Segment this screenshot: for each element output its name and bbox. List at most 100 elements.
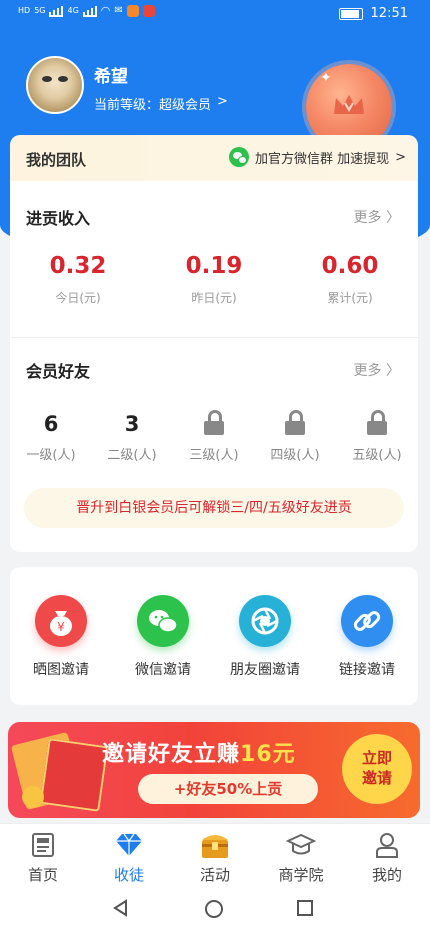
friend-level-5[interactable]: 五级(人): [342, 410, 412, 463]
friend-count: 3: [124, 412, 140, 436]
friend-level-label: 四级(人): [270, 448, 320, 463]
chevron-right-icon: >: [217, 94, 228, 109]
network-4g-label: 4G: [67, 6, 79, 15]
coin-icon: [22, 786, 44, 808]
banner-title: 邀请好友立赚16元: [102, 736, 296, 768]
more-label: 更多: [353, 210, 382, 226]
user-name: 希望: [94, 67, 128, 87]
tab-label: 商学院: [278, 866, 324, 884]
income-title: 进贡收入: [26, 209, 91, 228]
invite-label: 微信邀请: [135, 662, 191, 678]
invite-photo-button[interactable]: ¥ 晒图邀请: [16, 595, 106, 679]
friend-level-1[interactable]: 6 一级(人): [16, 410, 86, 463]
friend-level-4[interactable]: 四级(人): [260, 410, 330, 463]
invite-wechat-button[interactable]: 微信邀请: [118, 595, 208, 679]
invite-moments-button[interactable]: 朋友圈邀请: [220, 595, 310, 679]
graduation-cap-icon: [286, 833, 316, 855]
friend-level-label: 一级(人): [26, 448, 76, 463]
tab-activity[interactable]: 活动: [172, 830, 258, 885]
stat-value: 0.32: [49, 253, 107, 279]
wechat-notify-icon: ✉: [114, 5, 123, 16]
home-icon[interactable]: [204, 899, 224, 923]
income-total: 0.60 累计(元): [282, 253, 418, 306]
lock-icon: [284, 410, 306, 436]
friend-level-label: 五级(人): [352, 448, 402, 463]
stat-label: 累计(元): [327, 291, 373, 305]
app-icon-orange: [126, 4, 139, 17]
banner-title-prefix: 邀请好友立赚: [102, 742, 241, 767]
stat-value: 0.19: [185, 253, 243, 279]
income-yesterday: 0.19 昨日(元): [146, 253, 282, 306]
money-bag-icon: ¥: [35, 595, 87, 647]
tab-mine[interactable]: 我的: [344, 830, 430, 885]
invite-now-line2: 邀请: [361, 769, 392, 787]
wifi-icon: ◠: [100, 4, 111, 17]
invite-now-button[interactable]: 立即 邀请: [342, 734, 412, 804]
friend-level-label: 二级(人): [107, 448, 157, 463]
network-5g-label: 5G: [34, 6, 46, 15]
more-label: 更多: [353, 363, 382, 379]
treasure-chest-icon: [202, 835, 228, 858]
lock-icon: [366, 410, 388, 436]
sparkle-icon: ✦: [320, 70, 332, 86]
join-wechat-group-label: 加官方微信群 加速提现: [254, 151, 390, 167]
tab-recruit[interactable]: 收徒: [86, 830, 172, 885]
tab-label: 活动: [199, 866, 230, 884]
app-icon-red: [142, 4, 155, 17]
stat-value: 0.60: [321, 253, 379, 279]
crown-icon: [334, 95, 364, 114]
income-more-link[interactable]: 更多 〉: [354, 207, 400, 227]
friends-more-link[interactable]: 更多 〉: [354, 360, 400, 380]
avatar[interactable]: [26, 56, 84, 114]
status-bar: HD 5G 4G ◠ ✉ 12:51: [0, 0, 430, 30]
stat-label: 今日(元): [55, 291, 101, 305]
level-label: 当前等级：: [94, 98, 160, 113]
red-envelope-icon: [39, 738, 109, 812]
link-icon: [341, 595, 393, 647]
banner-title-amount: 16元: [240, 742, 296, 767]
signal-icon-2: [82, 5, 97, 17]
friend-level-3[interactable]: 三级(人): [179, 410, 249, 463]
friends-title: 会员好友: [26, 362, 91, 381]
chevron-right-icon: >: [395, 149, 406, 165]
wechat-icon: [228, 147, 249, 167]
invite-label: 朋友圈邀请: [230, 662, 300, 678]
bottom-tab-bar: 首页 收徒 活动 商学院 我的: [0, 823, 430, 890]
level-value: 超级会员: [159, 98, 212, 113]
recents-icon[interactable]: [296, 899, 314, 921]
wechat-icon: [137, 595, 189, 647]
invite-now-line1: 立即: [361, 749, 392, 767]
tab-label: 首页: [27, 866, 58, 884]
income-today: 0.32 今日(元): [10, 253, 146, 306]
invite-label: 链接邀请: [339, 662, 395, 678]
invite-friends-banner[interactable]: 邀请好友立赚16元 +好友50%上贡 立即邀请: [8, 722, 420, 818]
tab-academy[interactable]: 商学院: [258, 830, 344, 885]
battery-icon: [338, 7, 363, 20]
tab-label: 收徒: [113, 866, 144, 884]
upgrade-notice[interactable]: 晋升到白银会员后可解锁三/四/五级好友进贡: [24, 488, 404, 528]
invite-link-button[interactable]: 链接邀请: [322, 595, 412, 679]
stat-label: 昨日(元): [191, 291, 237, 305]
member-level-link[interactable]: 当前等级： 超级会员 >: [94, 94, 228, 113]
back-icon[interactable]: [112, 899, 130, 921]
chevron-right-icon: 〉: [386, 210, 400, 226]
system-nav-bar: [0, 889, 430, 927]
join-wechat-group-link[interactable]: 加官方微信群 加速提现 >: [228, 147, 406, 167]
friend-count: 6: [43, 412, 59, 436]
my-team-title: 我的团队: [26, 151, 87, 169]
invite-label: 晒图邀请: [33, 662, 89, 678]
hd-label: HD: [18, 6, 31, 15]
banner-subtitle: +好友50%上贡: [138, 774, 318, 804]
diamond-icon: [116, 833, 142, 856]
user-icon: [376, 833, 398, 858]
news-icon: [32, 833, 54, 857]
lock-icon: [203, 410, 225, 436]
chevron-right-icon: 〉: [386, 363, 400, 379]
aperture-icon: [239, 595, 291, 647]
my-team-header: 我的团队 加官方微信群 加速提现 >: [10, 135, 418, 181]
signal-icon: [49, 5, 64, 17]
tab-home[interactable]: 首页: [0, 830, 86, 885]
friend-level-2[interactable]: 3 二级(人): [97, 410, 167, 463]
clock: 12:51: [370, 6, 408, 21]
tab-label: 我的: [371, 866, 402, 884]
